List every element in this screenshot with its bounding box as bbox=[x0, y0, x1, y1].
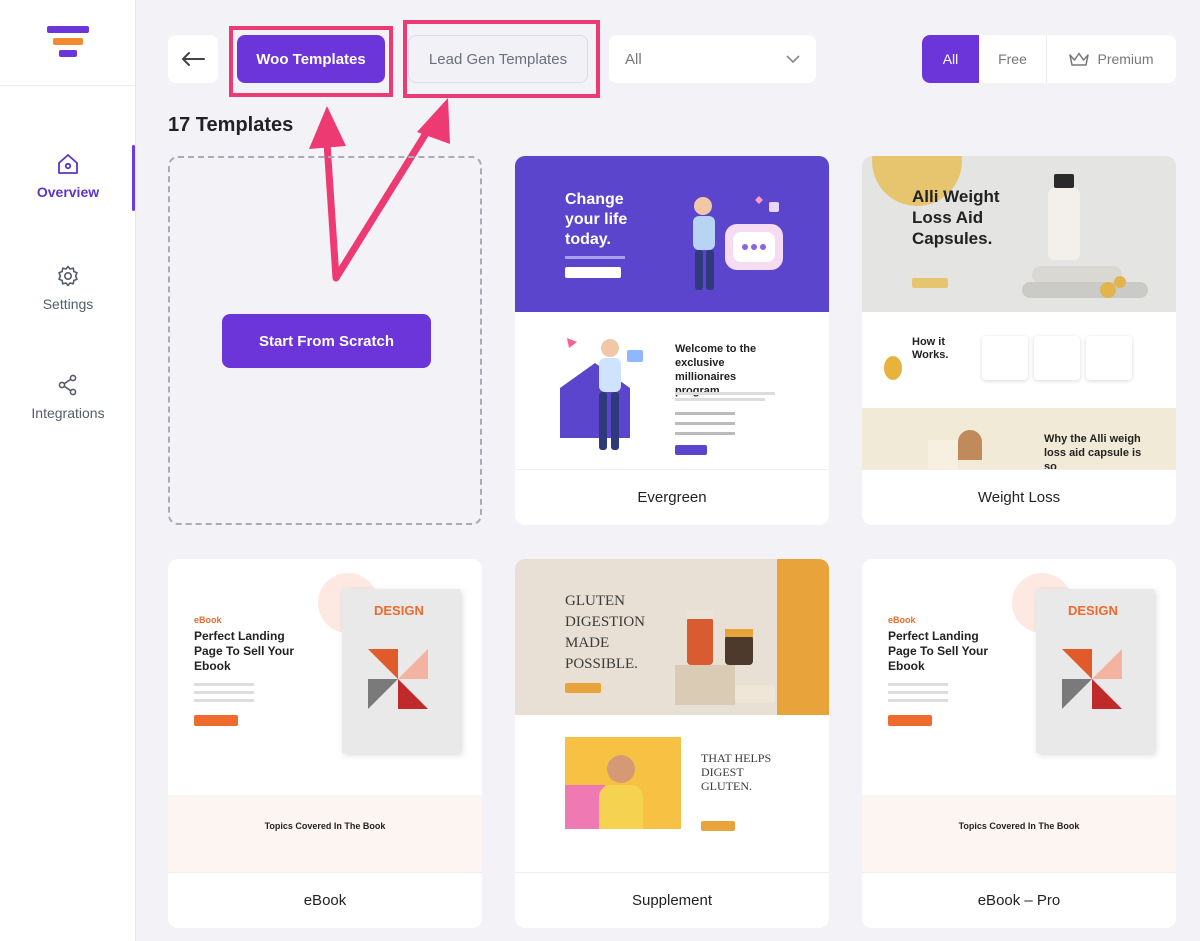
template-preview: eBook Perfect Landing Page To Sell Your … bbox=[862, 559, 1176, 872]
template-card-ebook[interactable]: eBook Perfect Landing Page To Sell Your … bbox=[168, 559, 482, 928]
pinwheel-graphic bbox=[368, 649, 428, 709]
filter-all-button[interactable]: All bbox=[922, 35, 979, 83]
pricing-filter: All Free Premium bbox=[922, 35, 1176, 83]
supplement-jars-illustration bbox=[675, 611, 775, 705]
template-card-supplement[interactable]: GLUTEN DIGESTION MADE POSSIBLE. THAT HEL… bbox=[515, 559, 829, 928]
ebook-cover-title: DESIGN bbox=[374, 603, 424, 618]
template-title: eBook – Pro bbox=[862, 872, 1176, 928]
supplement-bottle-illustration bbox=[1022, 174, 1148, 298]
template-section-text: THAT HELPS DIGEST GLUTEN. bbox=[701, 751, 772, 793]
template-section-text: Welcome to the exclusive millionaires pr… bbox=[675, 343, 757, 397]
template-section-text: How it Works. bbox=[912, 336, 949, 361]
crown-icon bbox=[1069, 52, 1090, 66]
template-hero-text: Perfect Landing Page To Sell Your Ebook bbox=[888, 629, 989, 673]
start-from-scratch-button[interactable]: Start From Scratch bbox=[222, 314, 431, 368]
template-card-weight-loss[interactable]: Alli Weight Loss Aid Capsules. How it Wo… bbox=[862, 156, 1176, 525]
template-card-evergreen[interactable]: Change your life today. Welcome to the e bbox=[515, 156, 829, 525]
start-from-scratch-card[interactable]: Start From Scratch bbox=[168, 156, 482, 525]
template-hero-text: Alli Weight Loss Aid Capsules. bbox=[912, 187, 1000, 248]
template-count: 17 Templates bbox=[168, 114, 294, 136]
template-badge: eBook bbox=[888, 615, 916, 625]
template-hero-text: Perfect Landing Page To Sell Your Ebook bbox=[194, 629, 295, 673]
template-preview: Change your life today. Welcome to the e bbox=[515, 156, 829, 469]
person-illustration bbox=[693, 196, 783, 290]
template-preview: Alli Weight Loss Aid Capsules. How it Wo… bbox=[862, 156, 1176, 469]
person-laptop-illustration bbox=[560, 338, 643, 450]
filter-free-button[interactable]: Free bbox=[979, 35, 1047, 83]
template-title: eBook bbox=[168, 872, 482, 928]
template-badge: eBook bbox=[194, 615, 222, 625]
ebook-cover-title: DESIGN bbox=[1068, 603, 1118, 618]
template-card-ebook-pro[interactable]: eBook Perfect Landing Page To Sell Your … bbox=[862, 559, 1176, 928]
template-preview: eBook Perfect Landing Page To Sell Your … bbox=[168, 559, 482, 872]
template-title: Evergreen bbox=[515, 469, 829, 525]
template-title: Supplement bbox=[515, 872, 829, 928]
template-hero-text: GLUTEN DIGESTION MADE POSSIBLE. bbox=[565, 593, 645, 672]
template-preview: GLUTEN DIGESTION MADE POSSIBLE. THAT HEL… bbox=[515, 559, 829, 872]
pinwheel-graphic bbox=[1062, 649, 1122, 709]
template-footer-text: Why the Alli weigh loss aid capsule is s… bbox=[1044, 433, 1142, 469]
template-section-text: Topics Covered In The Book bbox=[958, 821, 1080, 831]
template-title: Weight Loss bbox=[862, 469, 1176, 525]
filter-premium-label: Premium bbox=[1097, 51, 1154, 67]
category-filter-select[interactable]: All bbox=[609, 35, 816, 83]
chevron-down-icon bbox=[786, 55, 800, 63]
template-section-text: Topics Covered In The Book bbox=[264, 821, 386, 831]
filter-premium-button[interactable]: Premium bbox=[1047, 35, 1176, 83]
category-filter-value: All bbox=[625, 50, 642, 68]
template-hero-text: Change your life today. bbox=[565, 191, 628, 248]
